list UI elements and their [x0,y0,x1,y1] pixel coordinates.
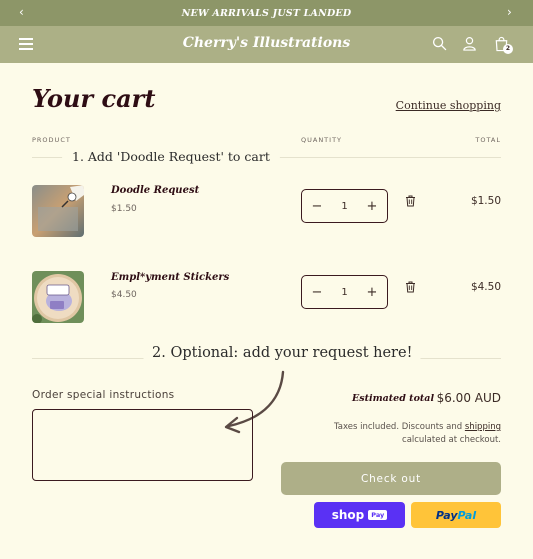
taxes-note-text: Taxes included. Discounts and [334,422,465,432]
shop-pay-logo: shop [331,508,365,522]
paypal-logo-pal: Pal [457,508,477,522]
continue-shopping-link[interactable]: Continue shopping [396,99,501,112]
quantity-stepper: − + [301,189,388,223]
trash-icon[interactable] [405,195,416,207]
line-total: $1.50 [470,195,501,207]
order-instructions-label: Order special instructions [32,389,175,401]
shop-pay-badge: Pay [368,510,388,520]
paypal-button[interactable]: Pay Pal [411,502,501,528]
page-title: Your cart [32,84,156,113]
column-header-quantity: QUANTITY [301,136,343,144]
shop-pay-button[interactable]: shop Pay [314,502,405,528]
product-image-employment-stickers[interactable] [32,271,84,323]
quantity-stepper: − + [301,275,388,309]
shipping-link[interactable]: shipping [465,422,501,432]
product-price: $1.50 [111,204,137,214]
minus-icon[interactable]: − [311,199,323,214]
product-price: $4.50 [111,290,137,300]
line-total: $4.50 [470,281,501,293]
trash-icon[interactable] [405,281,416,293]
minus-icon[interactable]: − [311,285,323,300]
plus-icon[interactable]: + [366,285,378,300]
product-name[interactable]: Empl*yment Stickers [111,272,229,283]
cart-count-badge: 2 [503,44,513,54]
announcement-text: NEW ARRIVALS JUST LANDED [181,7,352,19]
column-header-product: PRODUCT [32,136,71,144]
estimated-total-value: $6.00 AUD [436,391,501,405]
chevron-right-icon[interactable]: › [507,5,512,19]
chevron-left-icon[interactable]: ‹ [19,5,24,19]
taxes-note-text-2: calculated at checkout. [402,435,501,445]
taxes-note: Taxes included. Discounts and shipping c… [301,421,501,447]
product-image-doodle-request[interactable] [32,185,84,237]
annotation-step-2: 2. Optional: add your request here! [142,342,423,364]
checkout-button[interactable]: Check out [281,462,501,495]
order-instructions-field[interactable] [32,409,253,481]
brand-logo[interactable]: Cherry's Illustrations [0,35,533,51]
site-header: Cherry's Illustrations [0,26,533,63]
column-header-total: TOTAL [475,136,501,144]
quantity-input[interactable] [329,200,360,212]
plus-icon[interactable]: + [366,199,378,214]
announcement-bar: ‹ NEW ARRIVALS JUST LANDED › [0,0,533,26]
annotation-step-1: 1. Add 'Doodle Request' to cart [62,146,280,167]
product-name[interactable]: Doodle Request [111,185,199,196]
estimated-total-label: Estimated total [352,393,435,404]
paypal-logo-pay: Pay [435,508,458,522]
search-icon[interactable] [432,36,447,51]
quantity-input[interactable] [329,286,360,298]
account-icon[interactable] [462,36,477,51]
